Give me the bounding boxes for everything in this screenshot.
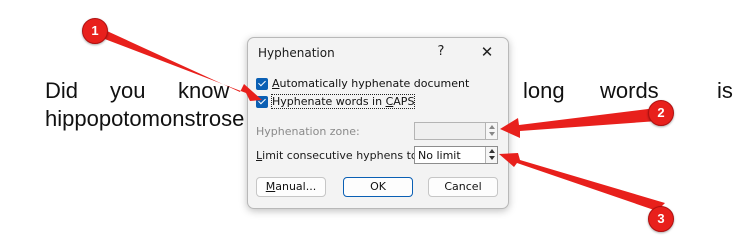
hyphenation-zone-label: Hyphenation zone: — [256, 125, 360, 138]
callout-marker-3: 3 — [648, 206, 674, 232]
limit-hyphens-label: Limit consecutive hyphens to: — [256, 149, 422, 162]
callout-arrow-3 — [499, 153, 665, 211]
hyphenate-caps-label: Hyphenate words in CAPS — [270, 94, 416, 109]
hyphenation-zone-spinner[interactable] — [485, 123, 497, 139]
auto-hyphenate-label: Automatically hyphenate document — [272, 77, 470, 90]
callout-arrow-2 — [500, 108, 658, 138]
doc-word: long — [523, 78, 565, 103]
help-button[interactable]: ? — [430, 42, 452, 62]
auto-hyphenate-checkbox[interactable] — [256, 77, 268, 90]
hyphenation-dialog: Hyphenation ? ✕ Automatically hyphenate … — [247, 37, 509, 209]
hyphenate-caps-checkbox[interactable] — [256, 95, 268, 108]
limit-hyphens-input[interactable]: No limit — [414, 146, 498, 164]
doc-word: Did — [45, 78, 79, 103]
doc-word: you — [110, 78, 146, 103]
spin-up-icon[interactable] — [488, 125, 495, 129]
spin-down-icon[interactable] — [488, 156, 495, 160]
callout-marker-2: 2 — [648, 100, 674, 126]
callout-marker-1: 1 — [82, 18, 108, 44]
auto-hyphenate-option[interactable]: Automatically hyphenate document — [256, 76, 469, 91]
hyphenate-caps-option[interactable]: Hyphenate words in CAPS — [256, 94, 416, 109]
close-icon[interactable]: ✕ — [476, 42, 498, 62]
manual-button[interactable]: Manual... — [256, 177, 326, 197]
limit-hyphens-spinner[interactable] — [485, 147, 497, 163]
doc-word: is — [717, 78, 733, 103]
spin-down-icon[interactable] — [488, 132, 495, 136]
ok-button[interactable]: OK — [343, 177, 413, 197]
doc-word: words — [600, 78, 659, 103]
hyphenation-zone-input[interactable] — [414, 122, 498, 140]
document-line-2: hippopotomonstrose — [45, 106, 245, 131]
spin-up-icon[interactable] — [488, 149, 495, 153]
limit-hyphens-value: No limit — [418, 149, 461, 162]
doc-word: know — [178, 78, 230, 103]
cancel-button[interactable]: Cancel — [428, 177, 498, 197]
dialog-title: Hyphenation — [258, 46, 335, 60]
